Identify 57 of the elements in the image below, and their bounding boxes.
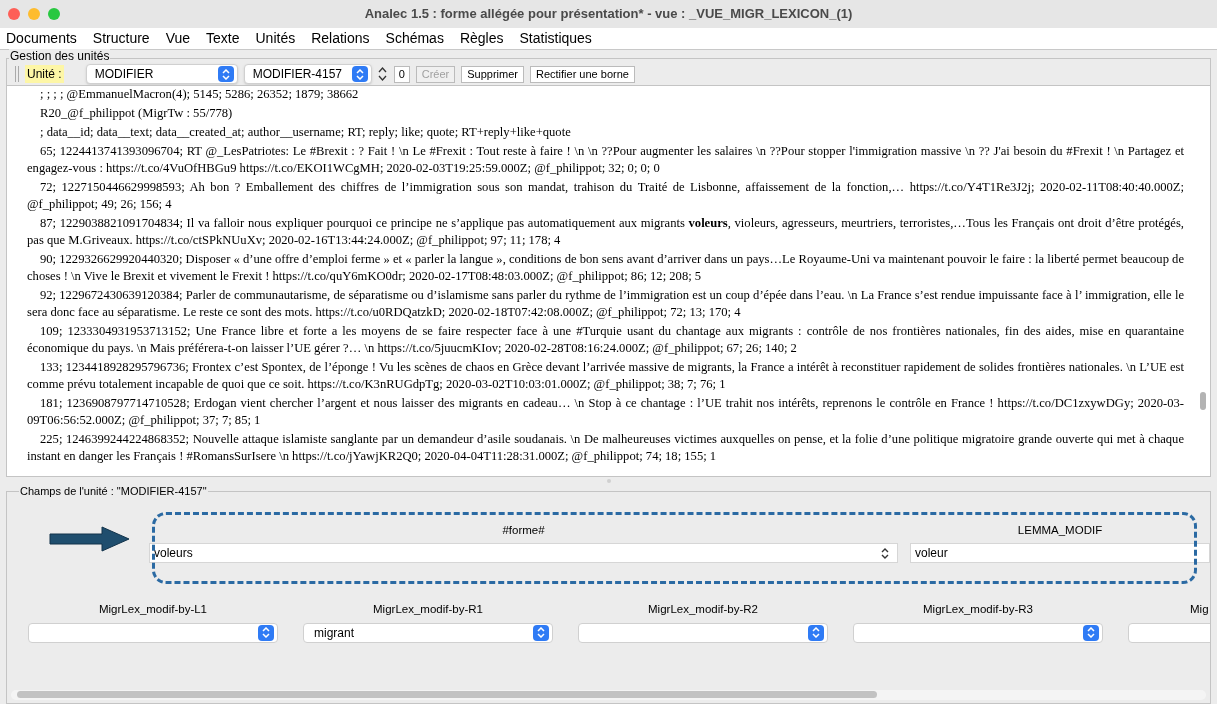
menu-item[interactable]: Structure xyxy=(92,28,150,49)
text-paragraph: 109; 1233304931953713152; Une France libre et forte a les moyens de se faire respecter face à une #Turquie usant du chantage aux migrants : contrôle de nos frontières nationales, fin des aides, mise en quarantaine économique du pays. \n Mais préférera-t-on laisser l’UE gérer ?… \n https://t.co/5juucmKIov; 2020-02-28T08:16:24.000Z; @f_philippot; 67; 26; 140; 2 xyxy=(27,323,1184,357)
text-paragraph: 87; 1229038821091704834; Il va falloir nous expliquer pourquoi ce principe ne s’applique pas automatiquement aux migrants voleurs, violeurs, agresseurs, meurtriers, terroristes,…Tous les Français ont droit d’être protégés, pas que M.Griveaux. https://t.co/ctSPkNUuXv; 2020-02-16T13:44:24.000Z; @f_philippot; 97; 11; 178; 4 xyxy=(27,215,1184,249)
text-paragraph: ; data__id; data__text; data__created_at; author__username; RT; reply; like; quote; RT+reply+like+quote xyxy=(39,124,572,141)
text-paragraph: 225; 1246399244224868352; Nouvelle attaque islamiste sanglante par un demandeur d’asile soudanais. \n De malheureuses victimes auxquelles on pense, et la folie d’une politique migratoire grande ouverte qui met à chaque instant en danger les Français ! #RomansSurIsere \n https://t.co/jYawjKR2Q0; 2020-04-04T11:28:31.000Z; @f_philippot; 74; 18; 155; 1 xyxy=(27,431,1184,465)
dropdown-field[interactable] xyxy=(853,622,1103,643)
dropdown-field[interactable]: voleurs xyxy=(149,543,898,564)
arrow-icon xyxy=(49,526,131,552)
spinner-icon[interactable] xyxy=(377,65,388,83)
zoom-button[interactable] xyxy=(48,8,60,20)
field-label: MigrLex_modif-by-R1 xyxy=(373,602,483,618)
minimize-button[interactable] xyxy=(28,8,40,20)
menu-item[interactable]: Statistiques xyxy=(519,28,592,49)
toolbar-grip-icon xyxy=(15,66,19,82)
toolbar-button[interactable]: Rectifier une borne xyxy=(529,65,635,83)
text-paragraph: 133; 1234418928295796736; Frontex c’est Spontex, de l’éponge ! Vu les scènes de chaos en Grèce devant l’arrivée massive de migrants, la France a intérêt à reconstituer rapidement de solides frontières nationales. \n L’UE est comme prévu totalement incapable de quoi que ce soit. https://t.co/K3nRUGdpTg; 2020-03-02T10:03:01.000Z; @f_philippot; 38; 7; 76; 1 xyxy=(27,359,1184,393)
field-label: MigrLex_modif-by-L1 xyxy=(99,602,207,618)
menu-item[interactable]: Unités xyxy=(255,28,296,49)
scrollbar-thumb[interactable] xyxy=(1200,392,1206,410)
count-field[interactable]: 0 xyxy=(393,65,410,83)
group-title: Gestion des unités xyxy=(9,49,111,63)
stepper-icon xyxy=(1083,624,1099,641)
field-label: MigrLex_modif-by-R2 xyxy=(648,602,758,618)
field-label: Mig xyxy=(1189,602,1209,618)
field-label: #forme# xyxy=(502,523,545,538)
field-label: LEMMA_MODIF xyxy=(1017,523,1103,538)
unit-label: Unité : xyxy=(25,65,64,83)
menu-item[interactable]: Vue xyxy=(165,28,190,49)
text-paragraph: R20_@f_philippot (MigrTw : 55/778) xyxy=(39,105,234,122)
menu-item[interactable]: Schémas xyxy=(385,28,444,49)
dropdown-field[interactable]: migrant xyxy=(303,622,553,643)
dropdown-field[interactable] xyxy=(578,622,828,643)
toolbar-button[interactable]: Supprimer xyxy=(461,65,524,83)
scrollbar-thumb[interactable] xyxy=(17,691,877,698)
text-paragraph: 181; 1236908797714710528; Erdogan vient chercher l’argent et nous laisser des migrants en cadeau… \n Stop à ce chantage : l’UE trahit nos intérêts, reprenons le contrôle en France ! https://t.co/DC1zxywDGy; 2020-03-09T06:56:52.000Z; @f_philippot; 37; 7; 85; 1 xyxy=(27,395,1184,429)
text-paragraph: 92; 1229672430639120384; Parler de communautarisme, de séparatisme ou d’islamisme sans parler du rythme de l’immigration est un coup d’épée dans l’eau. \n La France s’est rendue impuissante face à l’ immigration, elle le sera donc face au séparatisme. Le reste ce sont des mots. https://t.co/u0RDQatzkD; 2020-02-18T07:42:08.000Z; @f_philippot; 72; 13; 170; 4 xyxy=(27,287,1184,321)
stepper-icon xyxy=(351,66,368,82)
stepper-icon xyxy=(808,624,824,641)
type-select[interactable]: MODIFIER xyxy=(85,64,238,84)
stepper-icon xyxy=(258,624,274,641)
menu-item[interactable]: Règles xyxy=(459,28,504,49)
menu-item[interactable]: Texte xyxy=(206,28,240,49)
menu-item[interactable]: Documents xyxy=(6,28,77,49)
stepper-icon xyxy=(533,624,549,641)
stepper-icon xyxy=(881,547,889,559)
stepper-icon xyxy=(217,66,234,82)
dropdown-field[interactable] xyxy=(28,622,278,643)
text-paragraph: ; ; ; ; @EmmanuelMacron(4); 5145; 5286; 26352; 1879; 38662 xyxy=(39,86,360,103)
input-field[interactable]: voleur xyxy=(910,543,1210,564)
text-paragraph: 90; 1229326629920440320; Disposer « d’une offre d’emploi ferme » et « parler la langue », conditions de bon sens avant d’arriver dans un pays…Le Royaume-Uni va maintenant pouvoir le faire : la liberté permet beaucoup de choses ! \n Vive le Brexit et vivement le Frexit ! https://t.co/quY6mKO0dr; 2020-02-17T08:48:03.000Z; @f_philippot; 86; 12; 208; 5 xyxy=(27,251,1184,285)
menu-item[interactable]: Relations xyxy=(311,28,370,49)
window-title: Analec 1.5 : forme allégée pour présentation* - vue : _VUE_MIGR_LEXICON_(1) xyxy=(364,5,853,24)
unit-select[interactable]: MODIFIER-4157 xyxy=(243,64,372,84)
group-title: Champs de l'unité : "MODIFIER-4157" xyxy=(19,484,208,498)
close-button[interactable] xyxy=(8,8,20,20)
field-label: MigrLex_modif-by-R3 xyxy=(923,602,1033,618)
text-paragraph: 65; 1224413741393096704; RT @_LesPatriotes: Le #Brexit : ? Fait ! \n Le #Frexit : Tout reste à faire ! \n \n ??Pour augmenter les salaires \n ??Pour stopper l'immigration massive \n ?? J'ai besoin du #Frexit ! \n Partagez et engagez-vous : https://t.co/4VuOfHBGu9 https://t.co/EKOI1WCgMH; 2020-02-03T19:25:59.000Z; @f_philippot; 32; 0; 0; 0 xyxy=(27,143,1184,177)
